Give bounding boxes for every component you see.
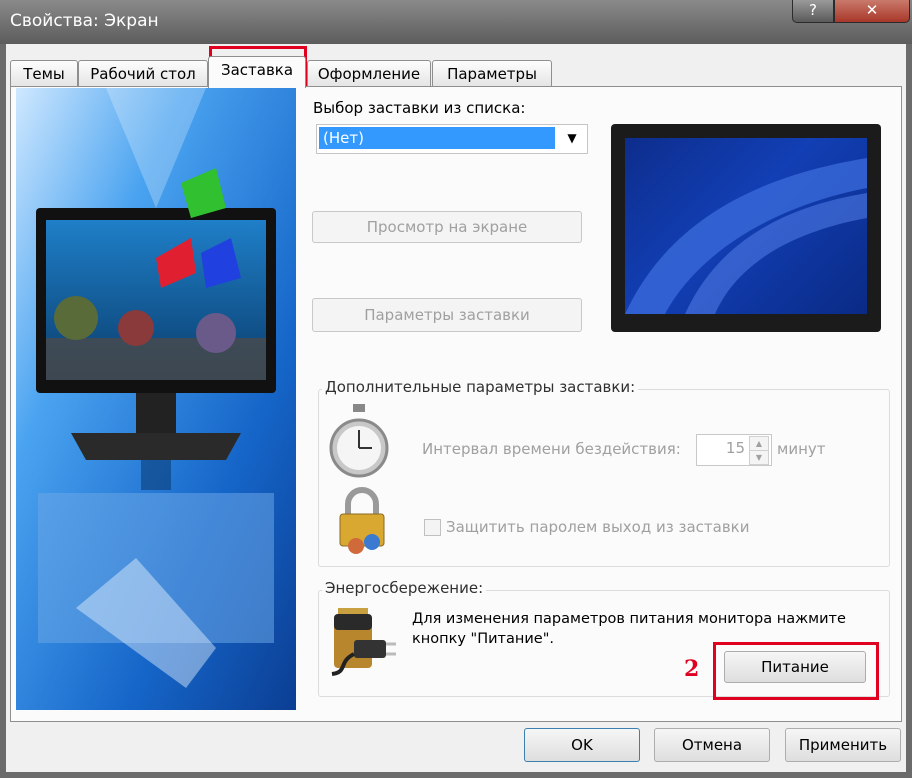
tab-themes[interactable]: Темы <box>10 60 78 87</box>
screensaver-select-value: (Нет) <box>319 127 555 149</box>
power-text-line2: кнопку "Питание". <box>412 631 554 647</box>
preview-button[interactable]: Просмотр на экране <box>312 211 582 243</box>
password-checkbox[interactable] <box>424 519 441 536</box>
help-button[interactable]: ? <box>792 0 834 23</box>
close-button[interactable]: ✕ <box>834 0 910 23</box>
cancel-button[interactable]: Отмена <box>654 728 770 762</box>
ok-button[interactable]: OK <box>524 728 640 762</box>
dialog-client: Темы Рабочий стол Заставка Оформление Па… <box>6 44 906 772</box>
chevron-down-icon[interactable]: ▼ <box>561 127 583 149</box>
interval-label: Интервал времени бездействия: <box>422 440 681 458</box>
stopwatch-icon <box>328 402 390 482</box>
battery-plug-icon <box>326 604 398 676</box>
password-label: Защитить паролем выход из заставки <box>446 518 750 536</box>
spin-down-icon[interactable]: ▼ <box>749 450 769 465</box>
extra-settings-group <box>318 389 890 567</box>
tab-screensaver[interactable]: Заставка <box>208 56 306 88</box>
power-group-title: Энергосбережение: <box>322 579 487 597</box>
step2-number: 2 <box>684 656 700 682</box>
preview-monitor <box>611 124 881 332</box>
title-bar[interactable]: Свойства: Экран ? ✕ <box>0 0 912 44</box>
interval-value: 15 <box>725 439 745 457</box>
extra-settings-title: Дополнительные параметры заставки: <box>322 378 639 396</box>
preview-screen <box>625 138 867 314</box>
properties-window: Свойства: Экран ? ✕ Темы Рабочий стол За… <box>0 0 912 778</box>
lock-users-icon <box>334 486 392 562</box>
interval-spinner[interactable]: 15 ▲ ▼ <box>696 434 772 466</box>
screensaver-settings-button[interactable]: Параметры заставки <box>312 298 582 332</box>
highlight-step2 <box>713 642 879 700</box>
screensaver-select[interactable]: (Нет) ▼ <box>316 124 588 154</box>
interval-unit: минут <box>777 440 826 458</box>
power-text-line1: Для изменения параметров питания монитор… <box>412 611 846 627</box>
tab-appearance[interactable]: Оформление <box>307 60 431 87</box>
window-title: Свойства: Экран <box>10 11 159 31</box>
screensaver-illustration <box>16 88 296 710</box>
apply-button[interactable]: Применить <box>785 728 901 762</box>
tab-settings[interactable]: Параметры <box>432 60 552 87</box>
select-screensaver-label: Выбор заставки из списка: <box>313 99 526 117</box>
spin-up-icon[interactable]: ▲ <box>749 436 769 451</box>
tab-desktop[interactable]: Рабочий стол <box>78 60 208 87</box>
